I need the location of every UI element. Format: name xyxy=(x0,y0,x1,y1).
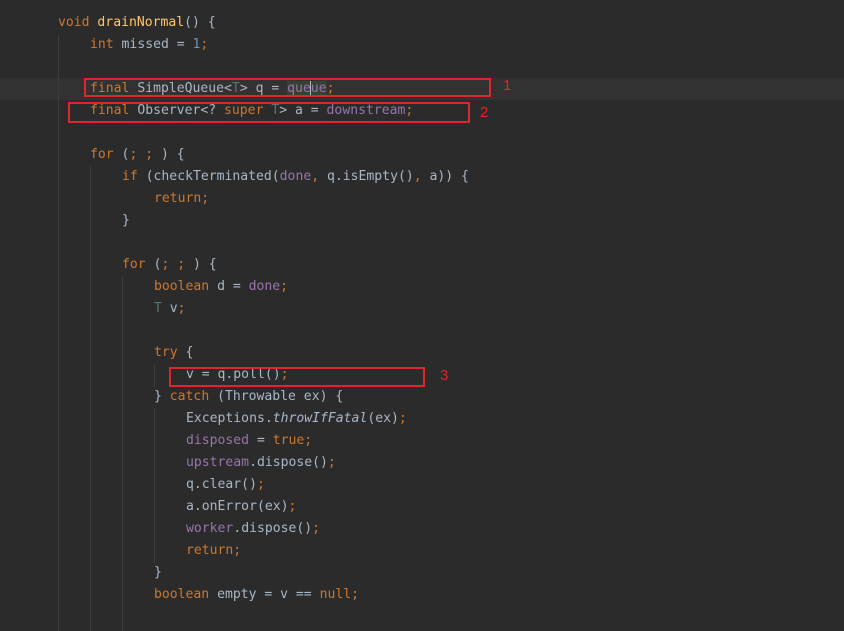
code-token: } xyxy=(122,213,130,228)
code-token: T xyxy=(154,301,170,316)
code-line[interactable]: for (; ; ) { xyxy=(90,144,185,166)
code-line[interactable]: } xyxy=(154,562,162,584)
indent-guide xyxy=(122,276,123,631)
code-token: } xyxy=(154,389,170,404)
code-line[interactable]: worker.dispose(); xyxy=(186,518,320,540)
code-token: drainNormal xyxy=(97,15,185,30)
code-token: done xyxy=(248,279,281,294)
code-token: ; xyxy=(312,521,321,536)
code-token: a.onError(ex) xyxy=(186,499,289,514)
code-token: ; xyxy=(200,37,209,52)
annotation-label-3: 3 xyxy=(440,367,449,384)
code-token: for xyxy=(90,147,122,162)
code-token: ; xyxy=(177,301,186,316)
code-token: ; xyxy=(327,455,336,470)
code-line[interactable]: upstream.dispose(); xyxy=(186,452,336,474)
code-token: try xyxy=(154,345,186,360)
code-line[interactable]: try { xyxy=(154,342,193,364)
code-editor[interactable]: void drainNormal() {int missed = 1; final… xyxy=(0,0,844,631)
code-token: (ex) xyxy=(367,411,399,426)
code-token: null xyxy=(319,587,352,602)
code-line[interactable]: } catch (Throwable ex) { xyxy=(154,386,343,408)
code-token: return; xyxy=(154,191,210,206)
code-line[interactable]: int missed = 1; xyxy=(90,34,208,56)
code-token: d = xyxy=(217,279,249,294)
annotation-box-3 xyxy=(169,367,425,387)
code-token: ; xyxy=(304,433,313,448)
code-token: ; xyxy=(398,411,407,426)
code-token: q.isEmpty() xyxy=(327,169,414,184)
annotation-label-1: 1 xyxy=(503,77,512,94)
code-token: ; xyxy=(256,477,265,492)
annotation-box-2 xyxy=(68,102,470,123)
code-line[interactable]: disposed = true; xyxy=(186,430,312,452)
code-token: .dispose() xyxy=(233,521,313,536)
code-token: true xyxy=(272,433,305,448)
indent-guide xyxy=(90,166,91,631)
code-token: ) { xyxy=(160,147,185,162)
code-token: missed = xyxy=(121,37,193,52)
code-token: throwIfFatal xyxy=(272,411,368,426)
code-token: return; xyxy=(186,543,242,558)
code-line[interactable]: boolean d = done; xyxy=(154,276,288,298)
code-token: int xyxy=(90,37,122,52)
indent-guide xyxy=(58,34,59,631)
code-token: Exceptions. xyxy=(186,411,273,426)
code-token: catch xyxy=(169,389,218,404)
code-line[interactable]: Exceptions.throwIfFatal(ex); xyxy=(186,408,407,430)
code-token: boolean xyxy=(154,279,218,294)
code-token: upstream xyxy=(186,455,250,470)
code-token: () { xyxy=(184,15,216,30)
code-line[interactable]: a.onError(ex); xyxy=(186,496,296,518)
code-token: worker xyxy=(186,521,234,536)
annotation-label-2: 2 xyxy=(480,104,489,121)
code-token: ; ; xyxy=(161,257,193,272)
code-token: for xyxy=(122,257,154,272)
annotation-box-1 xyxy=(84,78,491,97)
code-token: empty = v == xyxy=(217,587,320,602)
code-line[interactable]: void drainNormal() { xyxy=(58,12,216,34)
code-token: ; xyxy=(280,279,289,294)
code-token: a)) { xyxy=(429,169,469,184)
code-token: void xyxy=(58,15,98,30)
code-line[interactable]: q.clear(); xyxy=(186,474,265,496)
indent-guide xyxy=(154,408,155,562)
code-line[interactable]: boolean empty = v == null; xyxy=(154,584,359,606)
code-token: done xyxy=(279,169,312,184)
code-token: q.clear() xyxy=(186,477,257,492)
code-token: ) { xyxy=(192,257,217,272)
indent-guide xyxy=(154,364,155,386)
code-token: if xyxy=(122,169,146,184)
code-token: (checkTerminated( xyxy=(145,169,280,184)
code-token: , xyxy=(311,169,327,184)
code-line[interactable]: return; xyxy=(154,188,209,210)
code-token: , xyxy=(413,169,430,184)
code-token: = xyxy=(249,433,273,448)
code-token: { xyxy=(185,345,194,360)
code-line[interactable]: if (checkTerminated(done, q.isEmpty(), a… xyxy=(122,166,469,188)
code-token: .dispose() xyxy=(249,455,328,470)
code-token: (Throwable ex) { xyxy=(217,389,344,404)
code-token: ; xyxy=(351,587,359,602)
code-token: disposed xyxy=(186,433,250,448)
code-token: ; xyxy=(288,499,297,514)
code-token: } xyxy=(154,565,162,580)
code-token: boolean xyxy=(154,587,218,602)
code-token: ; ; xyxy=(129,147,161,162)
code-line[interactable]: for (; ; ) { xyxy=(122,254,217,276)
code-line[interactable]: } xyxy=(122,210,130,232)
code-line[interactable]: T v; xyxy=(154,298,186,320)
code-line[interactable]: return; xyxy=(186,540,241,562)
code-token: v xyxy=(169,301,178,316)
